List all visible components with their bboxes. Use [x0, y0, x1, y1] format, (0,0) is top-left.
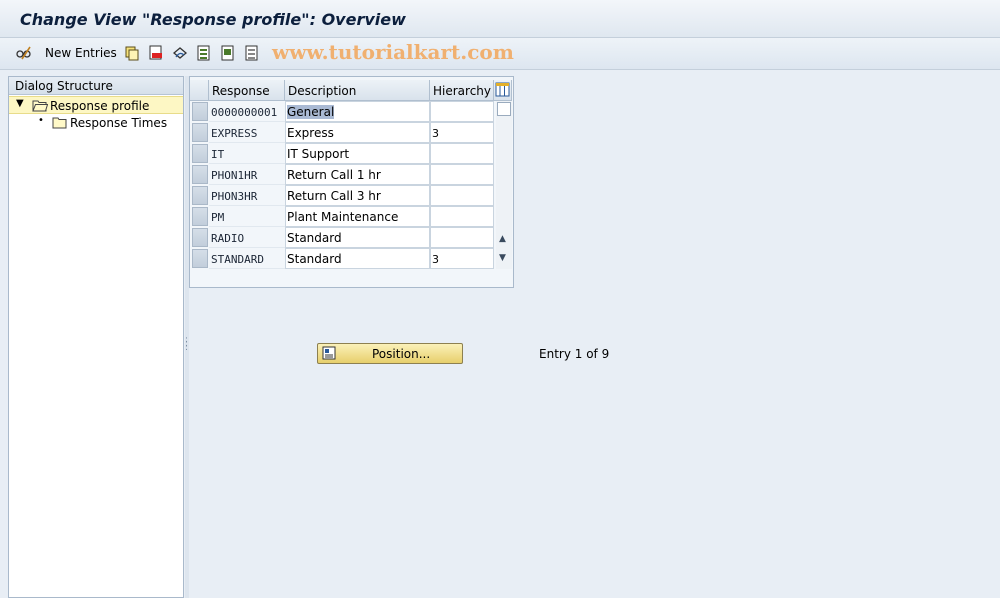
dialog-structure-panel: Dialog Structure ▼ Response profile • Re…	[8, 76, 184, 598]
tree-item-response-times[interactable]: • Response Times	[9, 114, 183, 132]
hierarchy-input[interactable]	[430, 101, 494, 122]
description-input[interactable]: Express	[285, 122, 430, 143]
tree-item-response-profile[interactable]: ▼ Response profile	[9, 96, 183, 114]
hierarchy-input[interactable]: 3	[430, 122, 494, 143]
response-cell: RADIO	[209, 227, 285, 248]
scroll-up-icon[interactable]: ▲	[499, 234, 506, 244]
delete-icon[interactable]	[148, 45, 164, 61]
description-input[interactable]: Plant Maintenance	[285, 206, 430, 227]
row-selector[interactable]	[192, 165, 208, 184]
glasses-pencil-icon[interactable]	[16, 45, 32, 61]
entry-counter: Entry 1 of 9	[539, 347, 610, 361]
position-button[interactable]: Position...	[317, 343, 463, 364]
bullet-icon: •	[38, 115, 44, 126]
description-value: General	[287, 105, 335, 119]
page-title: Change View "Response profile": Overview	[20, 10, 406, 29]
description-input[interactable]: IT Support	[285, 143, 430, 164]
scroll-down-icon[interactable]: ▼	[499, 253, 506, 263]
description-input[interactable]: Standard	[285, 227, 430, 248]
row-selector[interactable]	[192, 186, 208, 205]
dialog-structure-header: Dialog Structure	[9, 77, 183, 95]
description-input[interactable]: Standard	[285, 248, 430, 269]
copy-icon[interactable]	[124, 45, 140, 61]
dialog-structure-title: Dialog Structure	[15, 79, 113, 93]
response-cell: EXPRESS	[209, 122, 285, 143]
deselect-all-icon[interactable]	[244, 45, 260, 61]
position-button-label: Position...	[372, 347, 431, 361]
title-bar: Change View "Response profile": Overview	[0, 0, 1000, 38]
response-profile-table: Response Description Hierarchy 000000000…	[189, 76, 514, 288]
column-header-hierarchy[interactable]: Hierarchy	[430, 80, 494, 101]
position-icon	[322, 346, 336, 360]
response-cell: PHON1HR	[209, 164, 285, 185]
row-selector[interactable]	[192, 207, 208, 226]
response-cell: STANDARD	[209, 248, 285, 269]
tree-item-label: Response profile	[50, 99, 150, 113]
select-all-corner[interactable]	[190, 80, 209, 101]
vertical-scrollbar[interactable]: ▲ ▼	[496, 101, 512, 269]
description-input[interactable]: Return Call 1 hr	[285, 164, 430, 185]
open-folder-icon	[32, 99, 49, 112]
scroll-thumb[interactable]	[497, 102, 511, 116]
description-input[interactable]: General	[285, 101, 430, 122]
column-header-description[interactable]: Description	[285, 80, 430, 101]
description-input[interactable]: Return Call 3 hr	[285, 185, 430, 206]
select-all-icon[interactable]	[196, 45, 212, 61]
row-selector[interactable]	[192, 123, 208, 142]
hierarchy-input[interactable]	[430, 143, 494, 164]
table-settings-icon[interactable]	[494, 80, 512, 101]
column-header-response[interactable]: Response	[209, 80, 285, 101]
application-toolbar: New Entries www.tutorialkart.com	[0, 38, 1000, 70]
response-cell: 0000000001	[209, 101, 285, 122]
watermark: www.tutorialkart.com	[272, 40, 514, 64]
tree-item-label: Response Times	[70, 116, 168, 130]
hierarchy-input[interactable]: 3	[430, 248, 494, 269]
row-selector[interactable]	[192, 102, 208, 121]
row-selector[interactable]	[192, 228, 208, 247]
response-cell: IT	[209, 143, 285, 164]
splitter-grip[interactable]: :::	[185, 336, 188, 353]
response-cell: PHON3HR	[209, 185, 285, 206]
undo-icon[interactable]	[172, 45, 188, 61]
folder-icon	[52, 116, 68, 129]
row-selector[interactable]	[192, 249, 208, 268]
response-cell: PM	[209, 206, 285, 227]
hierarchy-input[interactable]	[430, 227, 494, 248]
expand-caret-icon[interactable]: ▼	[16, 98, 24, 109]
hierarchy-input[interactable]	[430, 164, 494, 185]
row-selector[interactable]	[192, 144, 208, 163]
select-block-icon[interactable]	[220, 45, 236, 61]
hierarchy-input[interactable]	[430, 185, 494, 206]
new-entries-button[interactable]: New Entries	[45, 46, 117, 60]
hierarchy-input[interactable]	[430, 206, 494, 227]
